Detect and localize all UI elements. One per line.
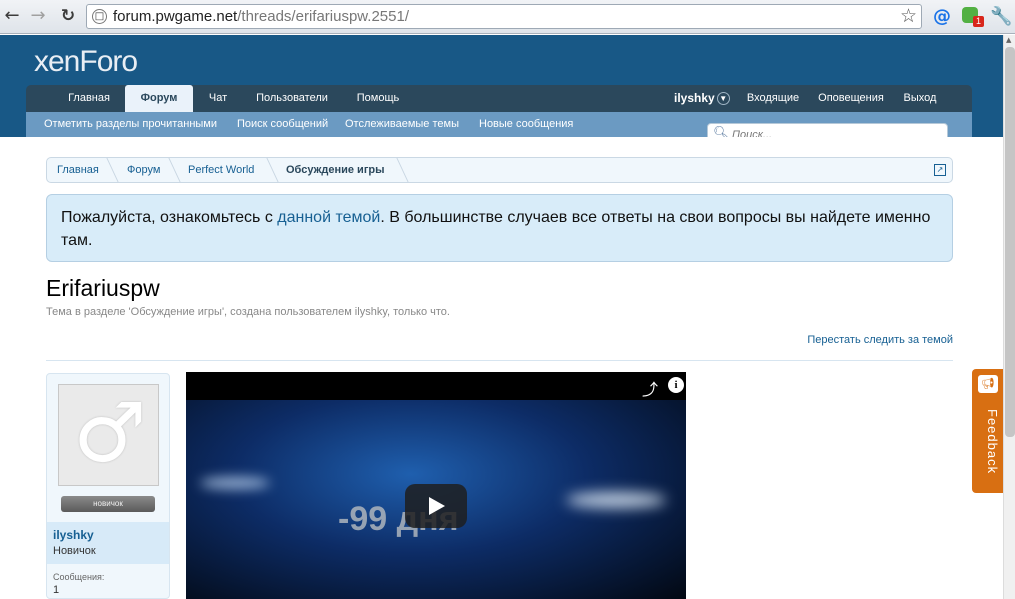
breadcrumb-current[interactable]: Обсуждение игры <box>286 158 385 182</box>
divider <box>46 360 953 361</box>
page-scrollbar[interactable]: ▲ <box>1003 35 1015 599</box>
reload-icon[interactable]: ↻ <box>58 6 78 26</box>
alerts-link[interactable]: Оповещения <box>816 85 886 112</box>
embedded-video[interactable]: -99 дня ⤴ i <box>186 372 686 599</box>
forward-arrow-icon[interactable]: → <box>28 6 48 26</box>
tab-home[interactable]: Главная <box>54 85 124 112</box>
male-symbol-icon: ♂ <box>73 386 147 481</box>
notification-badge: 1 <box>973 16 985 27</box>
breadcrumb-home[interactable]: Главная <box>57 158 99 182</box>
post-username[interactable]: ilyshky <box>53 528 94 542</box>
tab-users[interactable]: Пользователи <box>248 85 336 112</box>
tab-forum[interactable]: Форум <box>125 85 193 112</box>
chevron-down-icon: ▼ <box>716 92 730 106</box>
breadcrumb-separator <box>97 158 119 182</box>
main-content: Главная Форум Perfect World Обсуждение и… <box>0 137 1003 599</box>
post-user-info: ♂ новичок ilyshky Новичок Сообщения: 1 <box>46 373 170 599</box>
user-menu[interactable]: ilyshky ▼ <box>674 85 730 112</box>
scroll-thumb[interactable] <box>1005 47 1015 437</box>
jump-to-icon[interactable]: ↗ <box>934 164 946 176</box>
logout-link[interactable]: Выход <box>898 85 942 112</box>
breadcrumb-separator <box>257 158 279 182</box>
breadcrumb-separator <box>159 158 181 182</box>
thread-title: Erifariuspw <box>46 275 160 301</box>
breadcrumb-perfect-world[interactable]: Perfect World <box>188 158 254 182</box>
rank-badge: новичок <box>61 496 155 512</box>
page-icon: □ <box>92 9 107 24</box>
wrench-icon[interactable]: 🔧 <box>990 7 1012 27</box>
messages-count: 1 <box>53 584 60 596</box>
user-title: Новичок <box>53 545 96 557</box>
avatar[interactable]: ♂ <box>58 384 159 486</box>
breadcrumb-separator <box>387 158 409 182</box>
address-bar[interactable]: □ forum.pwgame.net/threads/erifariuspw.2… <box>86 4 922 29</box>
main-navigation: Главная Форум Чат Пользователи Помощь il… <box>26 85 972 112</box>
share-icon[interactable]: ⤴ <box>642 376 658 400</box>
mark-read-link[interactable]: Отметить разделы прочитанными <box>44 112 217 137</box>
unwatch-thread-link[interactable]: Перестать следить за темой <box>807 334 953 346</box>
url-text[interactable]: forum.pwgame.net/threads/erifariuspw.255… <box>113 8 409 25</box>
new-posts-link[interactable]: Новые сообщения <box>479 112 573 137</box>
back-arrow-icon[interactable]: ← <box>2 6 22 26</box>
feedback-tab[interactable]: 📢︎ Feedback <box>972 369 1003 493</box>
thread-description: Тема в разделе 'Обсуждение игры', создан… <box>46 306 450 318</box>
bookmark-star-icon[interactable]: ☆ <box>900 5 917 27</box>
username-box: ilyshky Новичок <box>47 522 169 564</box>
megaphone-icon: 📢︎ <box>978 375 998 393</box>
scroll-up-arrow-icon[interactable]: ▲ <box>1006 36 1011 44</box>
breadcrumb-forum[interactable]: Форум <box>127 158 160 182</box>
notice-link[interactable]: данной темой <box>277 209 380 226</box>
info-icon[interactable]: i <box>668 377 684 393</box>
notice-box: Пожалуйста, ознакомьтесь с данной темой.… <box>46 194 953 262</box>
video-light-flare <box>566 492 666 508</box>
breadcrumb: Главная Форум Perfect World Обсуждение и… <box>46 157 953 183</box>
mail-extension-icon[interactable]: @ <box>932 7 952 27</box>
feedback-label: Feedback <box>985 409 1000 475</box>
messages-label: Сообщения: <box>53 572 105 582</box>
notice-text: Пожалуйста, ознакомьтесь с данной темой.… <box>61 209 931 249</box>
forum-logo[interactable]: xenForo <box>34 45 138 79</box>
search-posts-link[interactable]: Поиск сообщений <box>237 112 328 137</box>
forum-header: xenForo Главная Форум Чат Пользователи П… <box>0 35 1003 137</box>
play-button[interactable] <box>405 484 467 528</box>
browser-toolbar: ← → ↻ □ forum.pwgame.net/threads/erifari… <box>0 0 1015 34</box>
tab-help[interactable]: Помощь <box>348 85 408 112</box>
watched-threads-link[interactable]: Отслеживаемые темы <box>345 112 459 137</box>
video-light-flare <box>200 477 270 489</box>
tab-chat[interactable]: Чат <box>198 85 238 112</box>
inbox-link[interactable]: Входящие <box>742 85 804 112</box>
video-top-bar <box>186 372 686 400</box>
